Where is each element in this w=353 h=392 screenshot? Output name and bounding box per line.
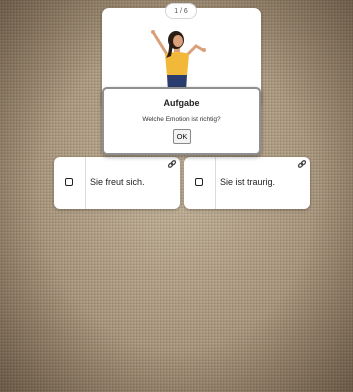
page-counter: 1 / 6 [165,3,197,19]
answer-card-happy[interactable]: Sie freut sich. [54,157,180,209]
link-icon[interactable] [297,159,307,169]
checkbox-area [54,157,86,209]
ok-button[interactable]: OK [173,129,191,144]
dialog-question: Welche Emotion ist richtig? [142,116,221,123]
answer-card-sad[interactable]: Sie ist traurig. [184,157,310,209]
answer-label: Sie ist traurig. [220,177,276,187]
task-dialog: Aufgabe Welche Emotion ist richtig? OK [102,87,261,155]
checkbox-area [184,157,216,209]
happy-woman-illustration [151,30,206,92]
answer-checkbox[interactable] [65,178,73,186]
answer-checkbox[interactable] [195,178,203,186]
dialog-title: Aufgabe [163,98,200,108]
link-icon[interactable] [167,159,177,169]
answer-label: Sie freut sich. [90,177,145,187]
